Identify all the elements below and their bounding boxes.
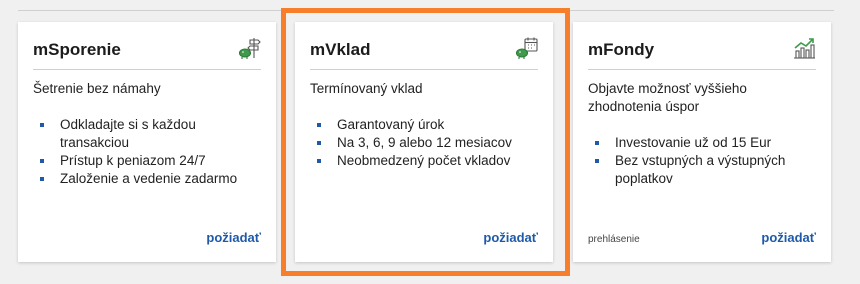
feature-list: Garantovaný úrok Na 3, 6, 9 alebo 12 mes…: [310, 116, 538, 170]
bullet-icon: [595, 159, 599, 163]
request-link-mvklad[interactable]: požiadať: [483, 230, 538, 245]
bullet-icon: [40, 159, 44, 163]
piggy-bank-signpost-icon: [237, 36, 261, 60]
card-title: mFondy: [588, 40, 655, 59]
card-description: Termínovaný vklad: [310, 81, 423, 96]
bullet-icon: [40, 123, 44, 127]
request-link-mfondy[interactable]: požiadať: [761, 230, 816, 245]
list-item: Bez vstupných a výstupných poplatkov: [588, 152, 816, 188]
bullet-icon: [317, 159, 321, 163]
product-card-msporenie: mSporenie Šetrenie bez námahy Odkladajte…: [18, 22, 276, 262]
product-card-mvklad: mVklad Termínovaný vklad Garantovaný úro…: [295, 22, 553, 262]
bullet-icon: [40, 177, 44, 181]
card-title: mVklad: [310, 40, 371, 59]
list-item: Na 3, 6, 9 alebo 12 mesiacov: [310, 134, 538, 152]
bullet-icon: [317, 123, 321, 127]
list-item: Neobmedzený počet vkladov: [310, 152, 538, 170]
bullet-icon: [595, 141, 599, 145]
list-item: Odkladajte si s každou transakciou: [33, 116, 261, 152]
top-divider: [18, 10, 834, 11]
feature-list: Odkladajte si s každou transakciou Príst…: [33, 116, 261, 188]
list-item: Investovanie už od 15 Eur: [588, 134, 816, 152]
feature-list: Investovanie už od 15 Eur Bez vstupných …: [588, 134, 816, 188]
request-link-msporenie[interactable]: požiadať: [206, 230, 261, 245]
bar-chart-growth-icon: [792, 36, 816, 60]
card-title: mSporenie: [33, 40, 121, 59]
disclaimer-note: prehlásenie: [588, 234, 640, 245]
card-header: mSporenie: [33, 36, 261, 70]
piggy-bank-calendar-icon: [514, 36, 538, 60]
card-header: mFondy: [588, 36, 816, 70]
product-card-mfondy: mFondy Objavte možnosť vyššieho zhodnote…: [573, 22, 831, 262]
list-item: Založenie a vedenie zadarmo: [33, 170, 261, 188]
list-item: Garantovaný úrok: [310, 116, 538, 134]
card-header: mVklad: [310, 36, 538, 70]
card-description: Objavte možnosť vyššieho zhodnotenia úsp…: [588, 81, 747, 114]
card-description: Šetrenie bez námahy: [33, 81, 161, 96]
bullet-icon: [317, 141, 321, 145]
list-item: Prístup k peniazom 24/7: [33, 152, 261, 170]
